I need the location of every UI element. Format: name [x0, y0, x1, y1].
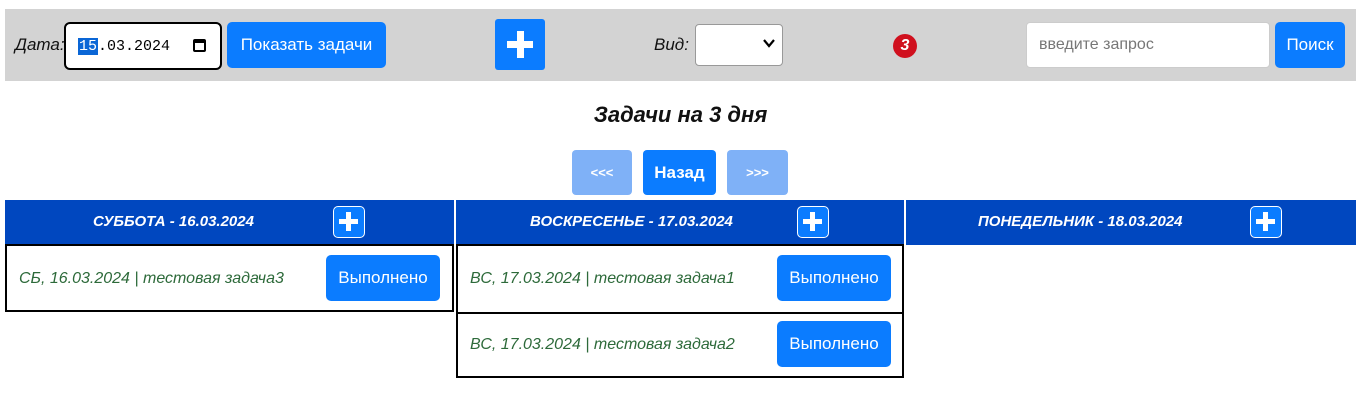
search-input[interactable] — [1026, 22, 1270, 68]
back-button[interactable]: Назад — [643, 150, 716, 195]
calendar-icon[interactable] — [193, 39, 206, 52]
task-row: ВС, 17.03.2024 | тестовая задача1 Выполн… — [458, 246, 902, 314]
day-header-label: ВОСКРЕСЕНЬЕ - 17.03.2024 — [530, 213, 733, 230]
search-button[interactable]: Поиск — [1275, 22, 1345, 68]
next-button[interactable]: >>> — [727, 150, 788, 195]
day-header-label: СУББОТА - 16.03.2024 — [93, 213, 254, 230]
view-select[interactable] — [695, 24, 783, 66]
task-list-saturday: СБ, 16.03.2024 | тестовая задача3 Выполн… — [5, 244, 454, 312]
task-row: СБ, 16.03.2024 | тестовая задача3 Выполн… — [7, 246, 452, 310]
view-label: Вид: — [654, 35, 689, 54]
add-day-task-button[interactable] — [333, 206, 365, 238]
task-text: СБ, 16.03.2024 | тестовая задача3 — [19, 270, 284, 287]
day-header-sunday: ВОСКРЕСЕНЬЕ - 17.03.2024 — [456, 200, 904, 245]
date-rest-segment[interactable]: .03.2024 — [98, 38, 170, 55]
add-day-task-button[interactable] — [1250, 206, 1282, 238]
date-input[interactable]: 15.03.2024 — [64, 22, 222, 70]
task-text: ВС, 17.03.2024 | тестовая задача1 — [470, 270, 735, 287]
date-label: Дата: — [15, 35, 65, 54]
done-button[interactable]: Выполнено — [326, 255, 440, 301]
add-task-button[interactable] — [495, 19, 545, 70]
done-button[interactable]: Выполнено — [777, 321, 891, 367]
date-day-segment[interactable]: 15 — [78, 37, 99, 55]
chevron-down-icon — [763, 36, 775, 51]
show-tasks-button[interactable]: Показать задачи — [227, 22, 386, 68]
page-title: Задачи на 3 дня — [593, 102, 768, 127]
task-text: ВС, 17.03.2024 | тестовая задача2 — [470, 336, 735, 353]
day-header-saturday: СУББОТА - 16.03.2024 — [5, 200, 454, 245]
notification-badge: 3 — [893, 34, 917, 58]
add-day-task-button[interactable] — [797, 206, 829, 238]
prev-button[interactable]: <<< — [572, 150, 632, 195]
day-header-label: ПОНЕДЕЛЬНИК - 18.03.2024 — [978, 213, 1183, 230]
done-button[interactable]: Выполнено — [777, 255, 891, 301]
task-row: ВС, 17.03.2024 | тестовая задача2 Выполн… — [458, 314, 902, 376]
day-header-monday: ПОНЕДЕЛЬНИК - 18.03.2024 — [906, 200, 1356, 245]
task-list-sunday: ВС, 17.03.2024 | тестовая задача1 Выполн… — [456, 244, 904, 378]
